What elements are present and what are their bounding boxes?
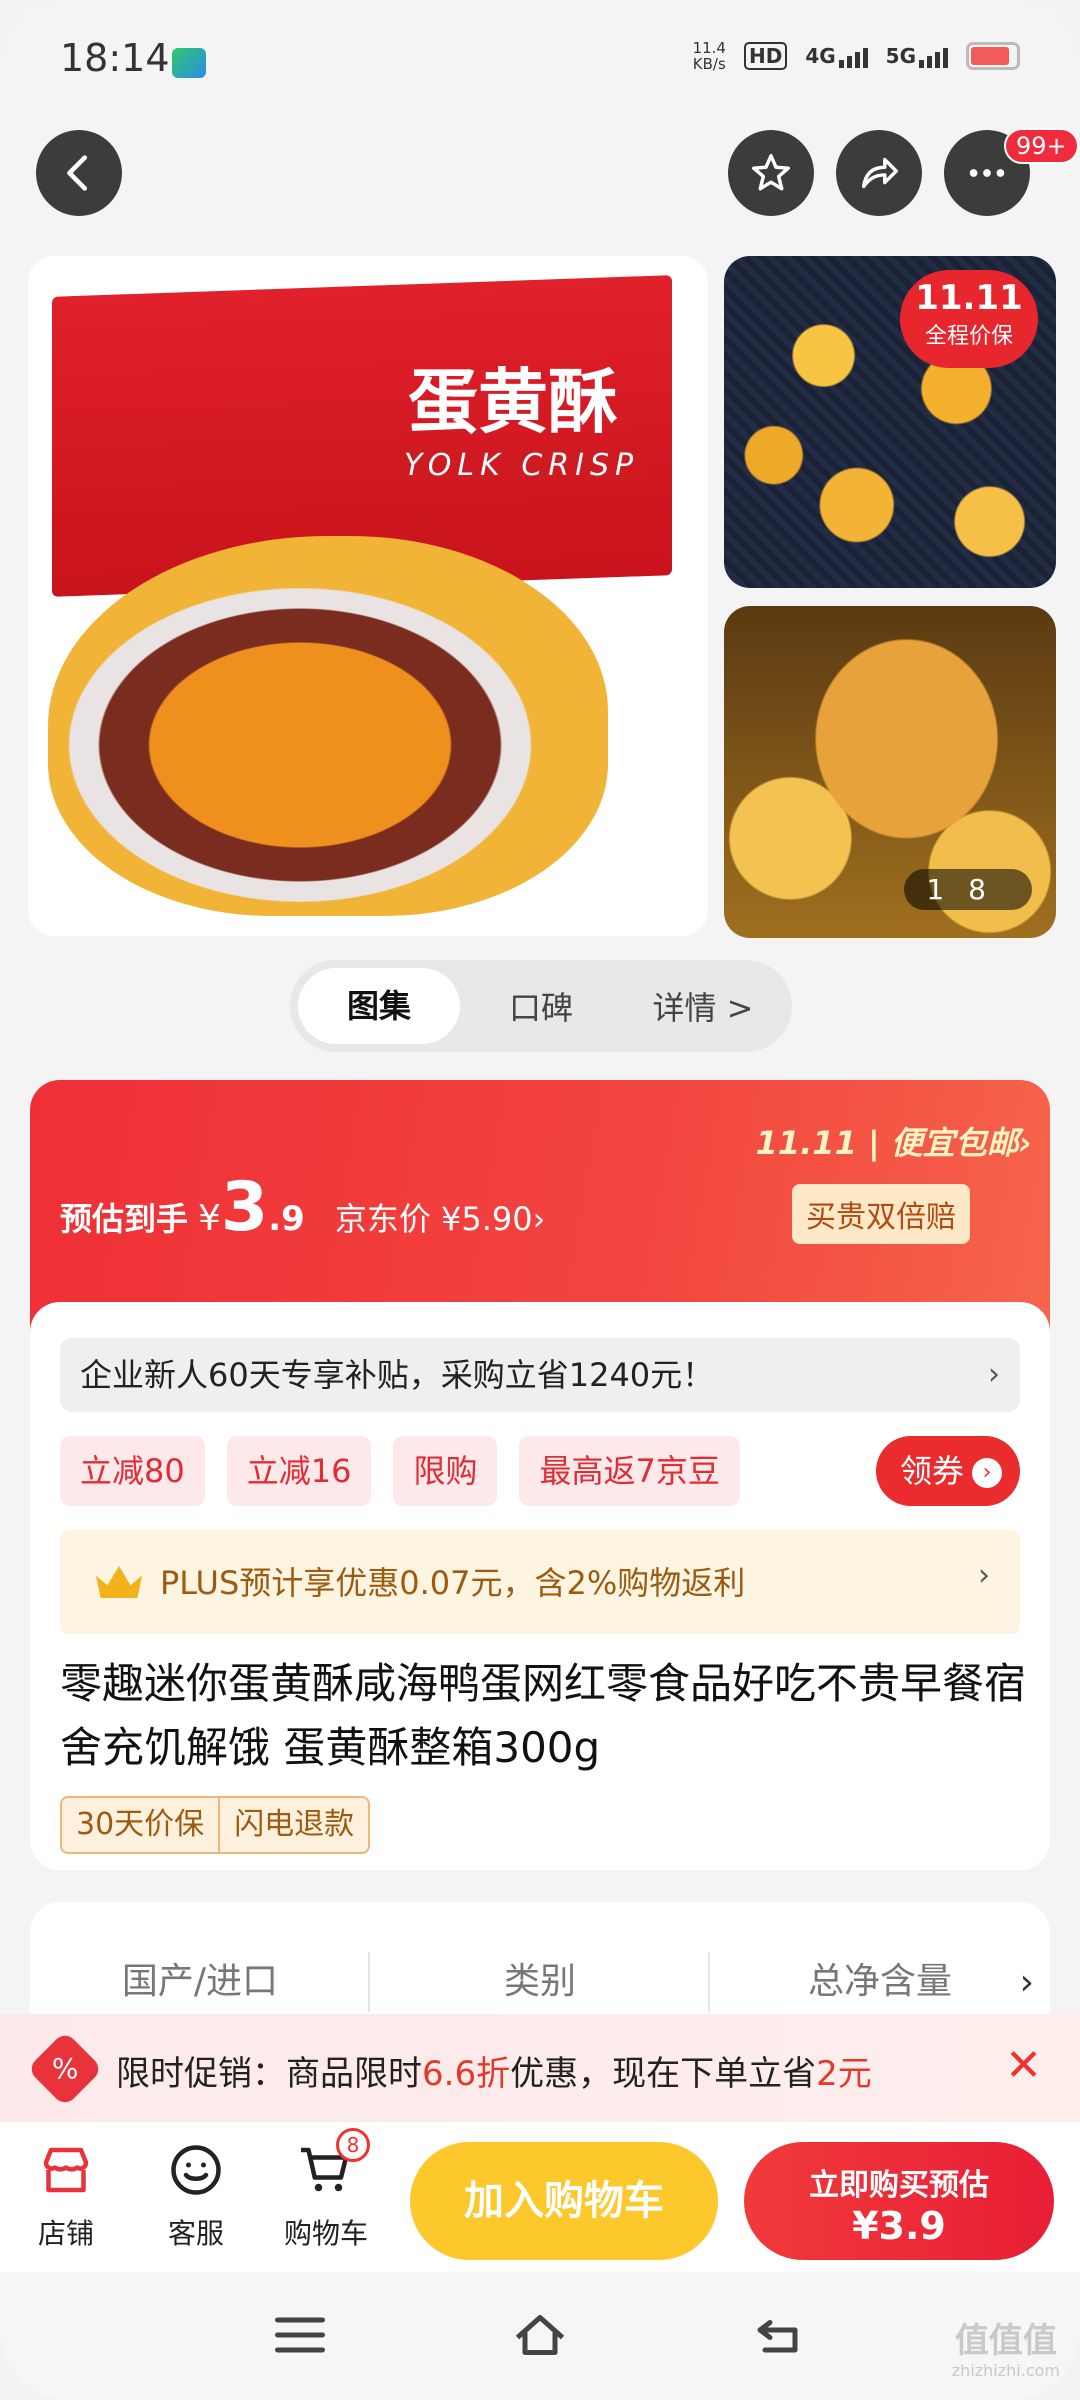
promo-text: 限时促销：商品限时6.6折优惠，现在下单立省2元 xyxy=(116,2054,872,2094)
share-button[interactable] xyxy=(836,130,922,216)
get-coupon-button[interactable]: 领券 › xyxy=(875,1436,1020,1506)
phone-screen: 18:14 11.4 KB/s HD 4G 5G 99+ 蛋黄酥 YOLK CR… xyxy=(0,0,1080,2400)
promo-chip[interactable]: 限购 xyxy=(393,1436,498,1506)
chevron-right-icon: › xyxy=(1019,1962,1034,2003)
cart-button[interactable]: 8 购物车 xyxy=(276,2128,376,2252)
status-indicators: 11.4 KB/s HD 4G 5G xyxy=(693,40,1020,72)
double-compensation-badge[interactable]: 买贵双倍赔 xyxy=(792,1184,970,1244)
signal-4g-icon: 4G xyxy=(805,44,868,68)
enterprise-subsidy-banner[interactable]: 企业新人60天专享补贴，采购立省1240元！ › xyxy=(60,1338,1020,1412)
tab-reviews[interactable]: 口碑 xyxy=(460,983,622,1029)
network-speed: 11.4 KB/s xyxy=(692,39,726,73)
service-smile-icon xyxy=(166,2140,226,2200)
more-badge: 99+ xyxy=(1004,128,1079,164)
share-icon xyxy=(861,157,898,189)
back-arrow-icon xyxy=(67,155,88,191)
cart-count-badge: 8 xyxy=(336,2128,370,2162)
back-button[interactable] xyxy=(36,130,122,216)
favorite-button[interactable] xyxy=(728,130,814,216)
product-title: 零趣迷你蛋黄酥咸海鸭蛋网红零食品好吃不贵早餐宿舍充饥解饿 蛋黄酥整箱300g xyxy=(60,1659,1027,1772)
estimated-price: 预估到手 ¥ 3 .9 京东价 ¥5.90› xyxy=(60,1168,546,1247)
thumbnail-image-1[interactable]: 11.11 全程价保 xyxy=(724,256,1056,588)
spec-origin: 国产/进口 xyxy=(121,1961,279,2002)
promo-chip[interactable]: 最高返7京豆 xyxy=(519,1436,740,1506)
customer-service-button[interactable]: 客服 xyxy=(146,2140,246,2252)
promo-chip[interactable]: 立减80 xyxy=(60,1436,205,1506)
box-subtitle: YOLK CRISP xyxy=(396,446,648,485)
promo-chip[interactable]: 立减16 xyxy=(226,1436,372,1506)
promotion-chips: 立减80 立减16 限购 最高返7京豆 xyxy=(60,1436,740,1506)
add-to-cart-button[interactable]: 加入购物车 xyxy=(410,2142,718,2260)
spec-card[interactable]: 国产/进口 类别 总净含量 › xyxy=(30,1902,1050,2022)
image-counter: 18 xyxy=(904,869,1032,910)
store-icon xyxy=(36,2140,96,2200)
yolk-pastry-illustration xyxy=(48,536,608,916)
service-tags[interactable]: 30天价保 闪电退款 xyxy=(60,1796,371,1854)
bottom-action-bar: 店铺 客服 8 购物车 加入购物车 立即购买预估 ¥3.9 xyxy=(0,2122,1080,2272)
spec-category: 类别 xyxy=(503,1961,576,2002)
more-dots-icon xyxy=(969,169,1005,177)
app-notification-icon xyxy=(172,48,206,78)
spec-net-weight: 总净含量 xyxy=(807,1961,952,2002)
main-product-image[interactable]: 蛋黄酥 YOLK CRISP xyxy=(28,256,708,936)
arrow-circle-icon: › xyxy=(972,1458,1002,1488)
percent-icon: % xyxy=(26,2030,104,2108)
hd-icon: HD xyxy=(743,42,788,70)
back-nav-icon[interactable] xyxy=(750,2310,810,2360)
signal-5g-icon: 5G xyxy=(886,44,948,68)
watermark: 值值值 zhizhizhi.com xyxy=(951,2321,1060,2380)
close-icon[interactable]: ✕ xyxy=(1005,2040,1042,2091)
double11-free-shipping-link[interactable]: 11.11 | 便宜包邮› xyxy=(756,1118,1032,1164)
status-time: 18:14 xyxy=(60,36,170,80)
product-info-card: 企业新人60天专享补贴，采购立省1240元！ › 立减80 立减16 限购 最高… xyxy=(30,1302,1050,1870)
status-bar: 18:14 11.4 KB/s HD 4G 5G xyxy=(0,0,1080,120)
box-title: 蛋黄酥 xyxy=(408,360,618,443)
buy-now-button[interactable]: 立即购买预估 ¥3.9 xyxy=(744,2142,1054,2260)
system-nav-bar: 值值值 zhizhizhi.com xyxy=(0,2272,1080,2400)
plus-discount-text: PLUS预计享优惠0.07元，含2%购物返利 xyxy=(160,1564,746,1602)
cart-icon: 8 xyxy=(296,2128,370,2200)
chevron-right-icon: › xyxy=(978,1558,990,1593)
service-tag: 30天价保 xyxy=(76,1807,205,1842)
menu-icon[interactable] xyxy=(270,2310,330,2360)
tab-details[interactable]: 详情 > xyxy=(622,983,784,1029)
home-icon[interactable] xyxy=(510,2310,570,2360)
store-button[interactable]: 店铺 xyxy=(16,2140,116,2252)
service-tag: 闪电退款 xyxy=(218,1798,368,1852)
thumbnail-image-2[interactable]: 18 xyxy=(724,606,1056,938)
content-tabs: 图集 口碑 详情 > xyxy=(290,960,792,1052)
limited-promo-bar[interactable]: % 限时促销：商品限时6.6折优惠，现在下单立省2元 ✕ xyxy=(0,2014,1080,2122)
chevron-right-icon: › xyxy=(988,1357,1000,1392)
crown-icon xyxy=(96,1566,142,1598)
double11-price-protect-tag: 11.11 全程价保 xyxy=(900,270,1038,368)
tab-gallery[interactable]: 图集 xyxy=(298,968,460,1044)
jd-price-link[interactable]: 京东价 ¥5.90› xyxy=(335,1194,546,1240)
plus-member-banner[interactable]: PLUS预计享优惠0.07元，含2%购物返利 › xyxy=(60,1530,1020,1634)
battery-icon xyxy=(966,42,1020,70)
star-icon xyxy=(752,154,790,191)
